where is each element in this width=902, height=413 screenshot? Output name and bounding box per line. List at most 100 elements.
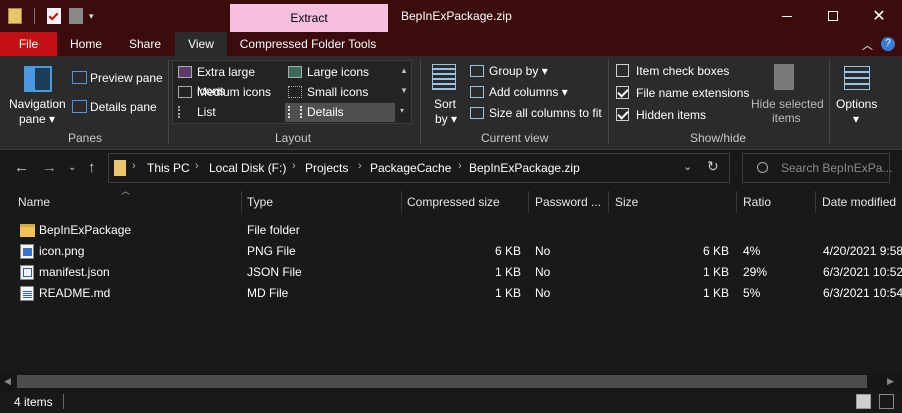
navigation-pane-icon	[24, 66, 52, 92]
breadcrumb-local-disk[interactable]: Local Disk (F:)	[209, 161, 286, 175]
preview-pane-button[interactable]: Preview pane	[70, 68, 163, 88]
column-header-password[interactable]: Password ...	[535, 190, 601, 214]
hide-selected-items-button[interactable]: Hide selected items	[748, 60, 824, 126]
sort-by-button[interactable]: Sort by ▾	[426, 60, 464, 126]
layout-expand-icon[interactable]: ▾	[400, 106, 404, 115]
file-name-extensions-toggle[interactable]: File name extensions	[616, 85, 750, 101]
file-password: No	[535, 265, 551, 279]
options-button[interactable]: Options ▾	[834, 60, 884, 126]
tab-home[interactable]: Home	[59, 32, 113, 56]
breadcrumb-packagecache[interactable]: PackageCache	[370, 161, 451, 175]
file-ratio: 4%	[743, 244, 761, 258]
file-size: 1 KB	[702, 286, 729, 300]
item-check-boxes-checkbox[interactable]	[616, 64, 629, 77]
toolbar-separator	[34, 8, 35, 24]
file-size: 6 KB	[702, 244, 729, 258]
scrollbar-thumb[interactable]	[17, 375, 867, 388]
refresh-icon[interactable]: ↻	[707, 158, 719, 175]
column-divider[interactable]	[736, 191, 737, 213]
scroll-right-icon[interactable]: ▶	[887, 376, 894, 387]
address-history-icon[interactable]: ⌄	[683, 160, 692, 173]
breadcrumb-this-pc[interactable]: This PC	[147, 161, 190, 175]
layout-scroll-down-icon[interactable]: ▼	[400, 86, 408, 95]
layout-list[interactable]: List	[175, 103, 285, 122]
minimize-icon	[782, 15, 792, 17]
breadcrumb-current[interactable]: BepInExPackage.zip	[469, 161, 580, 175]
minimize-ribbon-icon[interactable]: ︿	[862, 37, 873, 53]
navigation-pane-button[interactable]: Navigation pane ▾	[4, 60, 70, 126]
column-header-date-modified[interactable]: Date modified	[822, 190, 896, 214]
window-title: BepInExPackage.zip	[401, 9, 512, 23]
column-header-name[interactable]: Name	[18, 190, 50, 214]
file-date-modified: 6/3/2021 10:52	[823, 265, 902, 279]
hide-selected-items-icon	[774, 64, 794, 90]
group-separator	[608, 60, 609, 144]
navigation-pane-label: Navigation	[9, 97, 66, 111]
tab-view[interactable]: View	[175, 32, 227, 56]
add-columns-label: Add columns ▾	[489, 85, 568, 99]
properties-icon[interactable]	[47, 8, 61, 24]
column-divider[interactable]	[241, 191, 242, 213]
tab-share[interactable]: Share	[117, 32, 173, 56]
minimize-button[interactable]	[764, 0, 810, 32]
breadcrumb-projects[interactable]: Projects	[305, 161, 348, 175]
file-date-modified: 4/20/2021 9:58	[823, 244, 902, 258]
new-folder-icon[interactable]	[69, 8, 83, 24]
up-icon[interactable]: ↑	[88, 159, 96, 176]
layout-large-icons[interactable]: Large icons	[285, 63, 395, 82]
column-divider[interactable]	[401, 191, 402, 213]
size-all-columns-icon	[470, 107, 484, 119]
list-icon	[178, 106, 192, 118]
address-bar[interactable]: › This PC › Local Disk (F:) › Projects ›…	[108, 153, 730, 183]
preview-pane-label: Preview pane	[90, 71, 163, 85]
column-header-size[interactable]: Size	[615, 190, 638, 214]
file-name-extensions-checkbox[interactable]	[616, 86, 629, 99]
layout-scroll-up-icon[interactable]: ▲	[400, 66, 408, 75]
maximize-button[interactable]	[810, 0, 856, 32]
hidden-items-checkbox[interactable]	[616, 108, 629, 121]
file-name-extensions-label: File name extensions	[636, 86, 750, 100]
column-divider[interactable]	[815, 191, 816, 213]
layout-details[interactable]: Details	[285, 103, 395, 122]
group-separator	[829, 60, 830, 144]
file-row-folder[interactable]: BepInExPackage File folder	[15, 220, 902, 241]
close-button[interactable]: ✕	[856, 0, 902, 32]
help-icon[interactable]: ?	[881, 37, 895, 51]
zip-folder-icon	[114, 160, 126, 176]
breadcrumb-separator-icon: ›	[292, 160, 296, 172]
layout-medium-icons[interactable]: Medium icons	[175, 83, 285, 102]
quick-access-toolbar: ▾	[8, 6, 94, 26]
file-row-icon-png[interactable]: icon.png PNG File 6 KB No 6 KB 4% 4/20/2…	[15, 241, 902, 262]
preview-pane-icon	[72, 71, 87, 84]
item-check-boxes-toggle[interactable]: Item check boxes	[616, 63, 736, 79]
column-header-compressed-size[interactable]: Compressed size	[407, 190, 500, 214]
tab-compressed-folder-tools[interactable]: Compressed Folder Tools	[233, 32, 383, 56]
horizontal-scrollbar[interactable]: ◀ ▶	[0, 373, 902, 390]
column-header-type[interactable]: Type	[247, 190, 273, 214]
details-pane-button[interactable]: Details pane	[70, 97, 160, 117]
size-all-columns-button[interactable]: Size all columns to fit	[468, 104, 604, 122]
forward-icon[interactable]: →	[42, 159, 57, 176]
scroll-left-icon[interactable]: ◀	[4, 376, 11, 387]
layout-small-icons[interactable]: Small icons	[285, 83, 395, 102]
context-tab-extract[interactable]: Extract	[230, 4, 388, 32]
group-by-button[interactable]: Group by ▾	[468, 62, 588, 80]
tab-file[interactable]: File	[0, 32, 57, 56]
file-row-readme-md[interactable]: README.md MD File 1 KB No 1 KB 5% 6/3/20…	[15, 283, 902, 304]
details-view-icon[interactable]	[856, 394, 871, 409]
column-header-ratio[interactable]: Ratio	[743, 190, 771, 214]
hidden-items-toggle[interactable]: Hidden items	[616, 107, 736, 123]
customize-toolbar-icon[interactable]: ▾	[89, 11, 94, 22]
search-box[interactable]: Search BepInExPa...	[742, 153, 892, 183]
large-icons-view-icon[interactable]	[879, 394, 894, 409]
file-password: No	[535, 244, 551, 258]
column-divider[interactable]	[528, 191, 529, 213]
recent-locations-icon[interactable]: ⌄	[68, 162, 76, 173]
column-divider[interactable]	[608, 191, 609, 213]
search-input[interactable]: Search BepInExPa...	[781, 161, 892, 175]
layout-extra-large-icons[interactable]: Extra large icons	[175, 63, 285, 98]
file-name: BepInExPackage	[39, 223, 132, 237]
back-icon[interactable]: ←	[14, 159, 29, 176]
file-row-manifest-json[interactable]: manifest.json JSON File 1 KB No 1 KB 29%…	[15, 262, 902, 283]
add-columns-button[interactable]: Add columns ▾	[468, 83, 588, 101]
